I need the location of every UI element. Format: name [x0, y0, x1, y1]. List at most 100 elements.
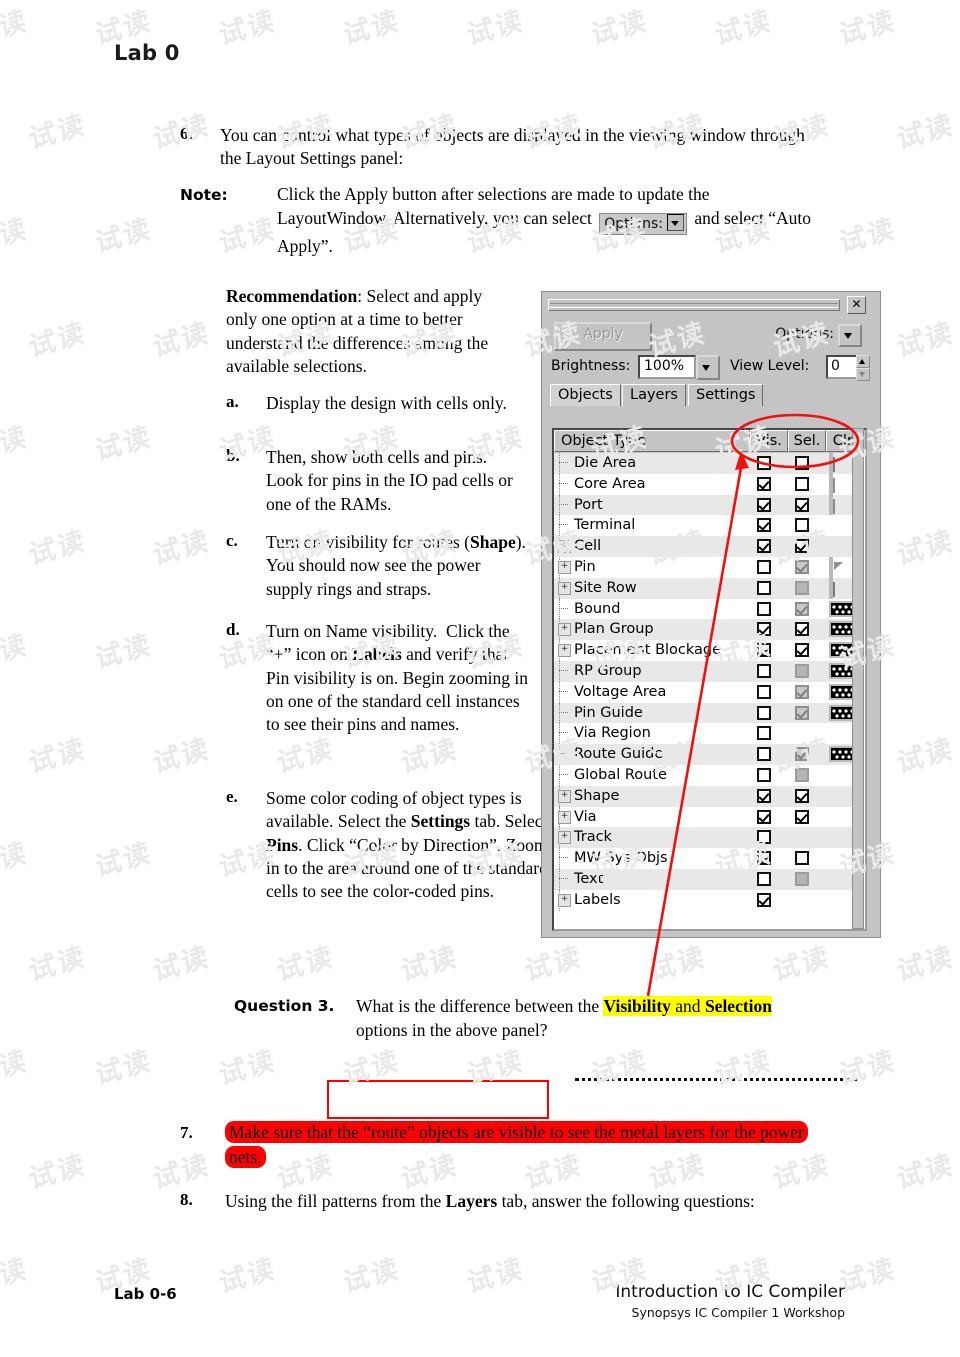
- expand-plus-icon[interactable]: +: [558, 560, 571, 574]
- selection-checkbox[interactable]: [795, 622, 809, 637]
- titlebar-grip[interactable]: [548, 299, 840, 311]
- column-header-vis[interactable]: Vis.: [750, 430, 788, 452]
- apply-button[interactable]: Apply: [554, 322, 652, 351]
- visibility-checkbox[interactable]: [757, 684, 771, 699]
- brightness-value[interactable]: 100%: [638, 355, 696, 379]
- expand-plus-icon[interactable]: +: [558, 810, 571, 824]
- options-menu-button[interactable]: [838, 324, 862, 347]
- selection-checkbox[interactable]: [795, 476, 809, 491]
- tree-guide-line: [559, 702, 560, 724]
- visibility-checkbox[interactable]: [757, 622, 771, 637]
- recommendation-paragraph: Recommendation: Select and apply only on…: [226, 285, 516, 378]
- table-row[interactable]: Bound: [554, 598, 861, 620]
- column-header-object-type[interactable]: Object Type: [554, 430, 750, 452]
- visibility-checkbox[interactable]: [757, 601, 771, 616]
- table-row[interactable]: Pin Guide: [554, 702, 861, 724]
- object-type-list[interactable]: Object Type Vis. Sel. Clr. Die Area Core …: [552, 428, 867, 931]
- visibility-checkbox[interactable]: [757, 726, 771, 741]
- close-icon[interactable]: ✕: [847, 296, 866, 314]
- answer-box[interactable]: [327, 1080, 549, 1119]
- table-row[interactable]: + Shape: [554, 785, 861, 807]
- visibility-checkbox[interactable]: [757, 497, 771, 512]
- table-row[interactable]: Global Route: [554, 764, 861, 786]
- expand-plus-icon[interactable]: +: [558, 789, 571, 803]
- layout-settings-dialog[interactable]: ✕ Apply Options: Brightness: 100% View L…: [541, 291, 881, 938]
- selection-checkbox: [795, 684, 809, 699]
- visibility-checkbox[interactable]: [757, 871, 771, 886]
- visibility-checkbox[interactable]: [757, 663, 771, 678]
- table-row[interactable]: + Pin: [554, 556, 861, 580]
- object-type-label: Port: [574, 496, 603, 513]
- visibility-checkbox[interactable]: [757, 705, 771, 720]
- visibility-checkbox[interactable]: [757, 788, 771, 803]
- table-row[interactable]: + Cell: [554, 536, 861, 557]
- visibility-checkbox[interactable]: [757, 518, 771, 533]
- selection-checkbox[interactable]: [795, 518, 809, 533]
- list-vertical-scrollbar[interactable]: [852, 428, 864, 929]
- table-row[interactable]: Via Region: [554, 723, 861, 745]
- visibility-checkbox[interactable]: [757, 851, 771, 866]
- table-row[interactable]: + Labels: [554, 889, 861, 911]
- table-row[interactable]: + Site Row: [554, 577, 861, 601]
- color-swatch[interactable]: [829, 556, 833, 580]
- color-swatch[interactable]: [829, 473, 833, 497]
- expand-plus-icon[interactable]: +: [558, 831, 571, 845]
- table-row[interactable]: + Via: [554, 806, 861, 828]
- color-swatch[interactable]: [829, 453, 833, 476]
- item-7-number: 7.: [180, 1123, 193, 1142]
- visibility-checkbox[interactable]: [757, 539, 771, 554]
- brightness-dropdown-button[interactable]: [696, 355, 720, 380]
- tab-settings[interactable]: Settings: [688, 384, 764, 406]
- tree-guide-line: [559, 453, 560, 474]
- dialog-titlebar[interactable]: ✕: [548, 296, 866, 314]
- color-swatch[interactable]: [829, 577, 833, 601]
- selection-checkbox[interactable]: [795, 643, 809, 658]
- selection-checkbox[interactable]: [795, 456, 809, 470]
- selection-checkbox[interactable]: [795, 851, 809, 866]
- view-level-input[interactable]: 0: [826, 355, 859, 379]
- expand-plus-icon[interactable]: +: [558, 540, 571, 554]
- visibility-checkbox[interactable]: [757, 767, 771, 782]
- visibility-checkbox[interactable]: [757, 456, 771, 470]
- expand-plus-icon[interactable]: +: [558, 623, 571, 637]
- selection-checkbox[interactable]: [795, 809, 809, 824]
- table-row[interactable]: Core Area: [554, 473, 861, 497]
- table-row[interactable]: + Plan Group: [554, 619, 861, 641]
- visibility-checkbox[interactable]: [757, 747, 771, 762]
- visibility-checkbox[interactable]: [757, 559, 771, 574]
- table-row[interactable]: Terminal: [554, 515, 861, 537]
- table-row[interactable]: Text: [554, 868, 861, 890]
- selection-checkbox[interactable]: [795, 788, 809, 803]
- tab-layers[interactable]: Layers: [622, 384, 686, 406]
- table-row[interactable]: + Track: [554, 827, 861, 849]
- visibility-checkbox[interactable]: [757, 892, 771, 907]
- expand-plus-icon[interactable]: +: [558, 644, 571, 658]
- table-row[interactable]: Voltage Area: [554, 681, 861, 703]
- table-row[interactable]: + Placement Blockage: [554, 640, 861, 661]
- selection-checkbox[interactable]: [795, 539, 809, 554]
- color-swatch[interactable]: [829, 494, 833, 518]
- tab-objects[interactable]: Objects: [550, 384, 621, 406]
- object-rows: Die Area Core Area Port Terminal + Cell + Pin + S…: [554, 453, 861, 911]
- view-level-spinner[interactable]: [856, 355, 870, 381]
- spinner-up-icon[interactable]: [856, 355, 870, 368]
- visibility-checkbox[interactable]: [757, 643, 771, 658]
- visibility-checkbox[interactable]: [757, 830, 771, 845]
- options-dropdown-inline[interactable]: Options:: [599, 212, 687, 235]
- footer-left: Lab 0-6: [114, 1285, 177, 1303]
- expand-plus-icon[interactable]: +: [558, 893, 571, 907]
- table-row[interactable]: MW Sys Objs: [554, 848, 861, 869]
- page-header-title: Lab 0: [114, 41, 180, 65]
- selection-checkbox[interactable]: [795, 497, 809, 512]
- expand-plus-icon[interactable]: +: [558, 581, 571, 595]
- visibility-checkbox[interactable]: [757, 580, 771, 595]
- visibility-checkbox[interactable]: [757, 476, 771, 491]
- sub-item-d-text: Turn on Name visibility. Click the “+” i…: [266, 621, 529, 735]
- table-row[interactable]: RP Group: [554, 660, 861, 682]
- table-row[interactable]: Die Area: [554, 453, 861, 476]
- table-row[interactable]: Route Guide: [554, 744, 861, 765]
- column-header-sel[interactable]: Sel.: [788, 430, 826, 452]
- visibility-checkbox[interactable]: [757, 809, 771, 824]
- spinner-down-icon[interactable]: [856, 368, 870, 381]
- table-row[interactable]: Port: [554, 494, 861, 518]
